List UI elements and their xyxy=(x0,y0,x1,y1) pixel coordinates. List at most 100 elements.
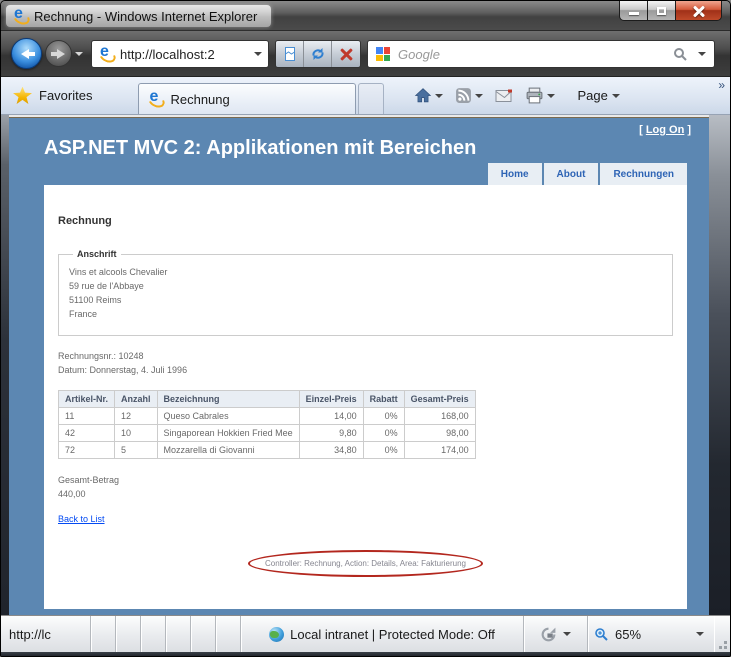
feeds-dropdown-caret[interactable] xyxy=(475,93,484,98)
cell-rabatt: 0% xyxy=(362,407,405,425)
search-icon[interactable] xyxy=(673,47,688,62)
forward-button[interactable] xyxy=(45,40,72,67)
forward-arrow-icon xyxy=(50,48,65,59)
zoom-level: 65% xyxy=(615,626,642,642)
minimize-icon xyxy=(628,12,639,15)
menu-item-about[interactable]: About xyxy=(543,163,599,185)
status-cell xyxy=(166,616,191,652)
zoom-dropdown-caret[interactable] xyxy=(696,632,704,636)
status-cell xyxy=(91,616,116,652)
status-cell xyxy=(141,616,166,652)
minimize-button[interactable] xyxy=(620,1,648,20)
cell-einzelpreis: 9,80 xyxy=(298,424,364,442)
status-cell xyxy=(191,616,216,652)
cell-anzahl: 10 xyxy=(114,424,158,442)
cell-einzelpreis: 34,80 xyxy=(298,441,364,459)
page-heading: Rechnung xyxy=(58,215,112,227)
invoice-items-table: Artikel-Nr. Anzahl Bezeichnung Einzel-Pr… xyxy=(57,390,476,459)
resize-grip[interactable] xyxy=(714,616,730,652)
new-tab-stub[interactable] xyxy=(358,83,385,114)
tab-ie-icon xyxy=(147,89,163,107)
toolbar-overflow-chevron[interactable]: » xyxy=(718,78,725,92)
search-box[interactable]: Google xyxy=(367,40,715,68)
feeds-button[interactable] xyxy=(451,84,487,107)
address-dropdown-button[interactable] xyxy=(249,43,266,65)
favorites-star-icon[interactable] xyxy=(13,86,32,104)
refresh-button[interactable] xyxy=(304,41,332,67)
maximize-icon xyxy=(657,6,666,15)
tab-rechnung[interactable]: Rechnung xyxy=(138,83,357,114)
menu-item-rechnungen[interactable]: Rechnungen xyxy=(600,163,687,185)
search-placeholder[interactable]: Google xyxy=(398,47,673,62)
chevron-down-icon xyxy=(253,52,262,56)
logon-bracket-open: [ xyxy=(639,124,643,136)
security-zone-cell: Local intranet | Protected Mode: Off xyxy=(241,616,524,652)
cell-bezeichnung: Queso Cabrales xyxy=(156,407,300,425)
stop-icon xyxy=(340,48,353,61)
security-zone-text: Local intranet | Protected Mode: Off xyxy=(290,626,495,642)
col-artikel-nr: Artikel-Nr. xyxy=(57,390,116,408)
maximize-button[interactable] xyxy=(648,1,676,20)
cell-anzahl: 5 xyxy=(114,441,158,459)
address-url[interactable]: http://localhost:2 xyxy=(120,47,249,62)
intranet-globe-icon xyxy=(269,626,285,642)
compatibility-zone-button[interactable] xyxy=(524,616,588,652)
logon-link[interactable]: Log On xyxy=(646,124,685,136)
compatibility-view-button[interactable] xyxy=(276,41,304,67)
google-icon xyxy=(376,47,390,61)
history-dropdown-caret[interactable] xyxy=(75,52,83,56)
cell-rabatt: 0% xyxy=(362,424,405,442)
cell-einzelpreis: 14,00 xyxy=(298,407,364,425)
back-button[interactable] xyxy=(11,38,42,69)
home-dropdown-caret[interactable] xyxy=(435,93,444,98)
table-header-row: Artikel-Nr. Anzahl Bezeichnung Einzel-Pr… xyxy=(57,390,476,408)
invoice-date: Datum: Donnerstag, 4. Juli 1996 xyxy=(58,365,188,375)
back-to-list-link[interactable]: Back to List xyxy=(58,514,105,524)
table-row: 72 5 Mozzarella di Giovanni 34,80 0% 174… xyxy=(57,441,476,459)
total-value: 440,00 xyxy=(58,489,86,499)
anschrift-legend: Anschrift xyxy=(77,249,117,259)
zoom-control[interactable]: 65% xyxy=(588,616,714,652)
compat-refresh-icon xyxy=(541,627,556,641)
compat-dropdown-caret[interactable] xyxy=(563,632,571,636)
col-einzel-preis: Einzel-Preis xyxy=(298,390,364,408)
cell-anzahl: 12 xyxy=(114,407,158,425)
site-menu: Home About Rechnungen xyxy=(487,163,687,185)
window-frame-left xyxy=(1,115,9,615)
read-mail-button[interactable] xyxy=(491,85,517,106)
close-button[interactable] xyxy=(676,1,721,20)
col-bezeichnung: Bezeichnung xyxy=(156,390,300,408)
table-row: 11 12 Queso Cabrales 14,00 0% 168,00 xyxy=(57,407,476,425)
browser-window: Rechnung - Windows Internet Explorer htt… xyxy=(0,0,731,657)
menu-item-home[interactable]: Home xyxy=(487,163,542,185)
address-bar[interactable]: http://localhost:2 xyxy=(91,40,269,68)
route-info-area: Controller: Rechnung, Action: Details, A… xyxy=(58,550,673,577)
search-options-caret[interactable] xyxy=(698,52,706,56)
page-menu-caret[interactable] xyxy=(611,93,620,98)
cell-artikel: 11 xyxy=(57,407,116,425)
favorites-label[interactable]: Favorites xyxy=(39,88,92,103)
cell-gesamtpreis: 168,00 xyxy=(403,407,476,425)
route-info-annotation: Controller: Rechnung, Action: Details, A… xyxy=(248,550,483,577)
logon-area: [Log On] xyxy=(639,124,691,136)
status-cell xyxy=(116,616,141,652)
anschrift-fieldset: Anschrift Vins et alcools Chevalier 59 r… xyxy=(58,249,673,336)
stop-button[interactable] xyxy=(332,41,360,67)
cell-artikel: 72 xyxy=(57,441,116,459)
mail-icon xyxy=(495,89,513,102)
address-line: France xyxy=(69,309,98,319)
total-label: Gesamt-Betrag xyxy=(58,475,120,485)
command-bar: Page xyxy=(410,84,620,107)
cell-gesamtpreis: 174,00 xyxy=(403,441,476,459)
address-command-buttons xyxy=(275,40,361,68)
print-button[interactable] xyxy=(521,84,559,107)
favorites-bar: Favorites Rechnung xyxy=(1,77,730,115)
window-body: [Log On] ASP.NET MVC 2: Applikationen mi… xyxy=(1,115,730,615)
address-line: Vins et alcools Chevalier xyxy=(69,267,168,277)
page-menu[interactable]: Page xyxy=(577,88,607,103)
home-icon xyxy=(415,88,432,103)
home-button[interactable] xyxy=(410,84,447,107)
window-frame-right xyxy=(709,115,730,615)
rss-icon xyxy=(456,88,472,103)
print-dropdown-caret[interactable] xyxy=(547,93,556,98)
